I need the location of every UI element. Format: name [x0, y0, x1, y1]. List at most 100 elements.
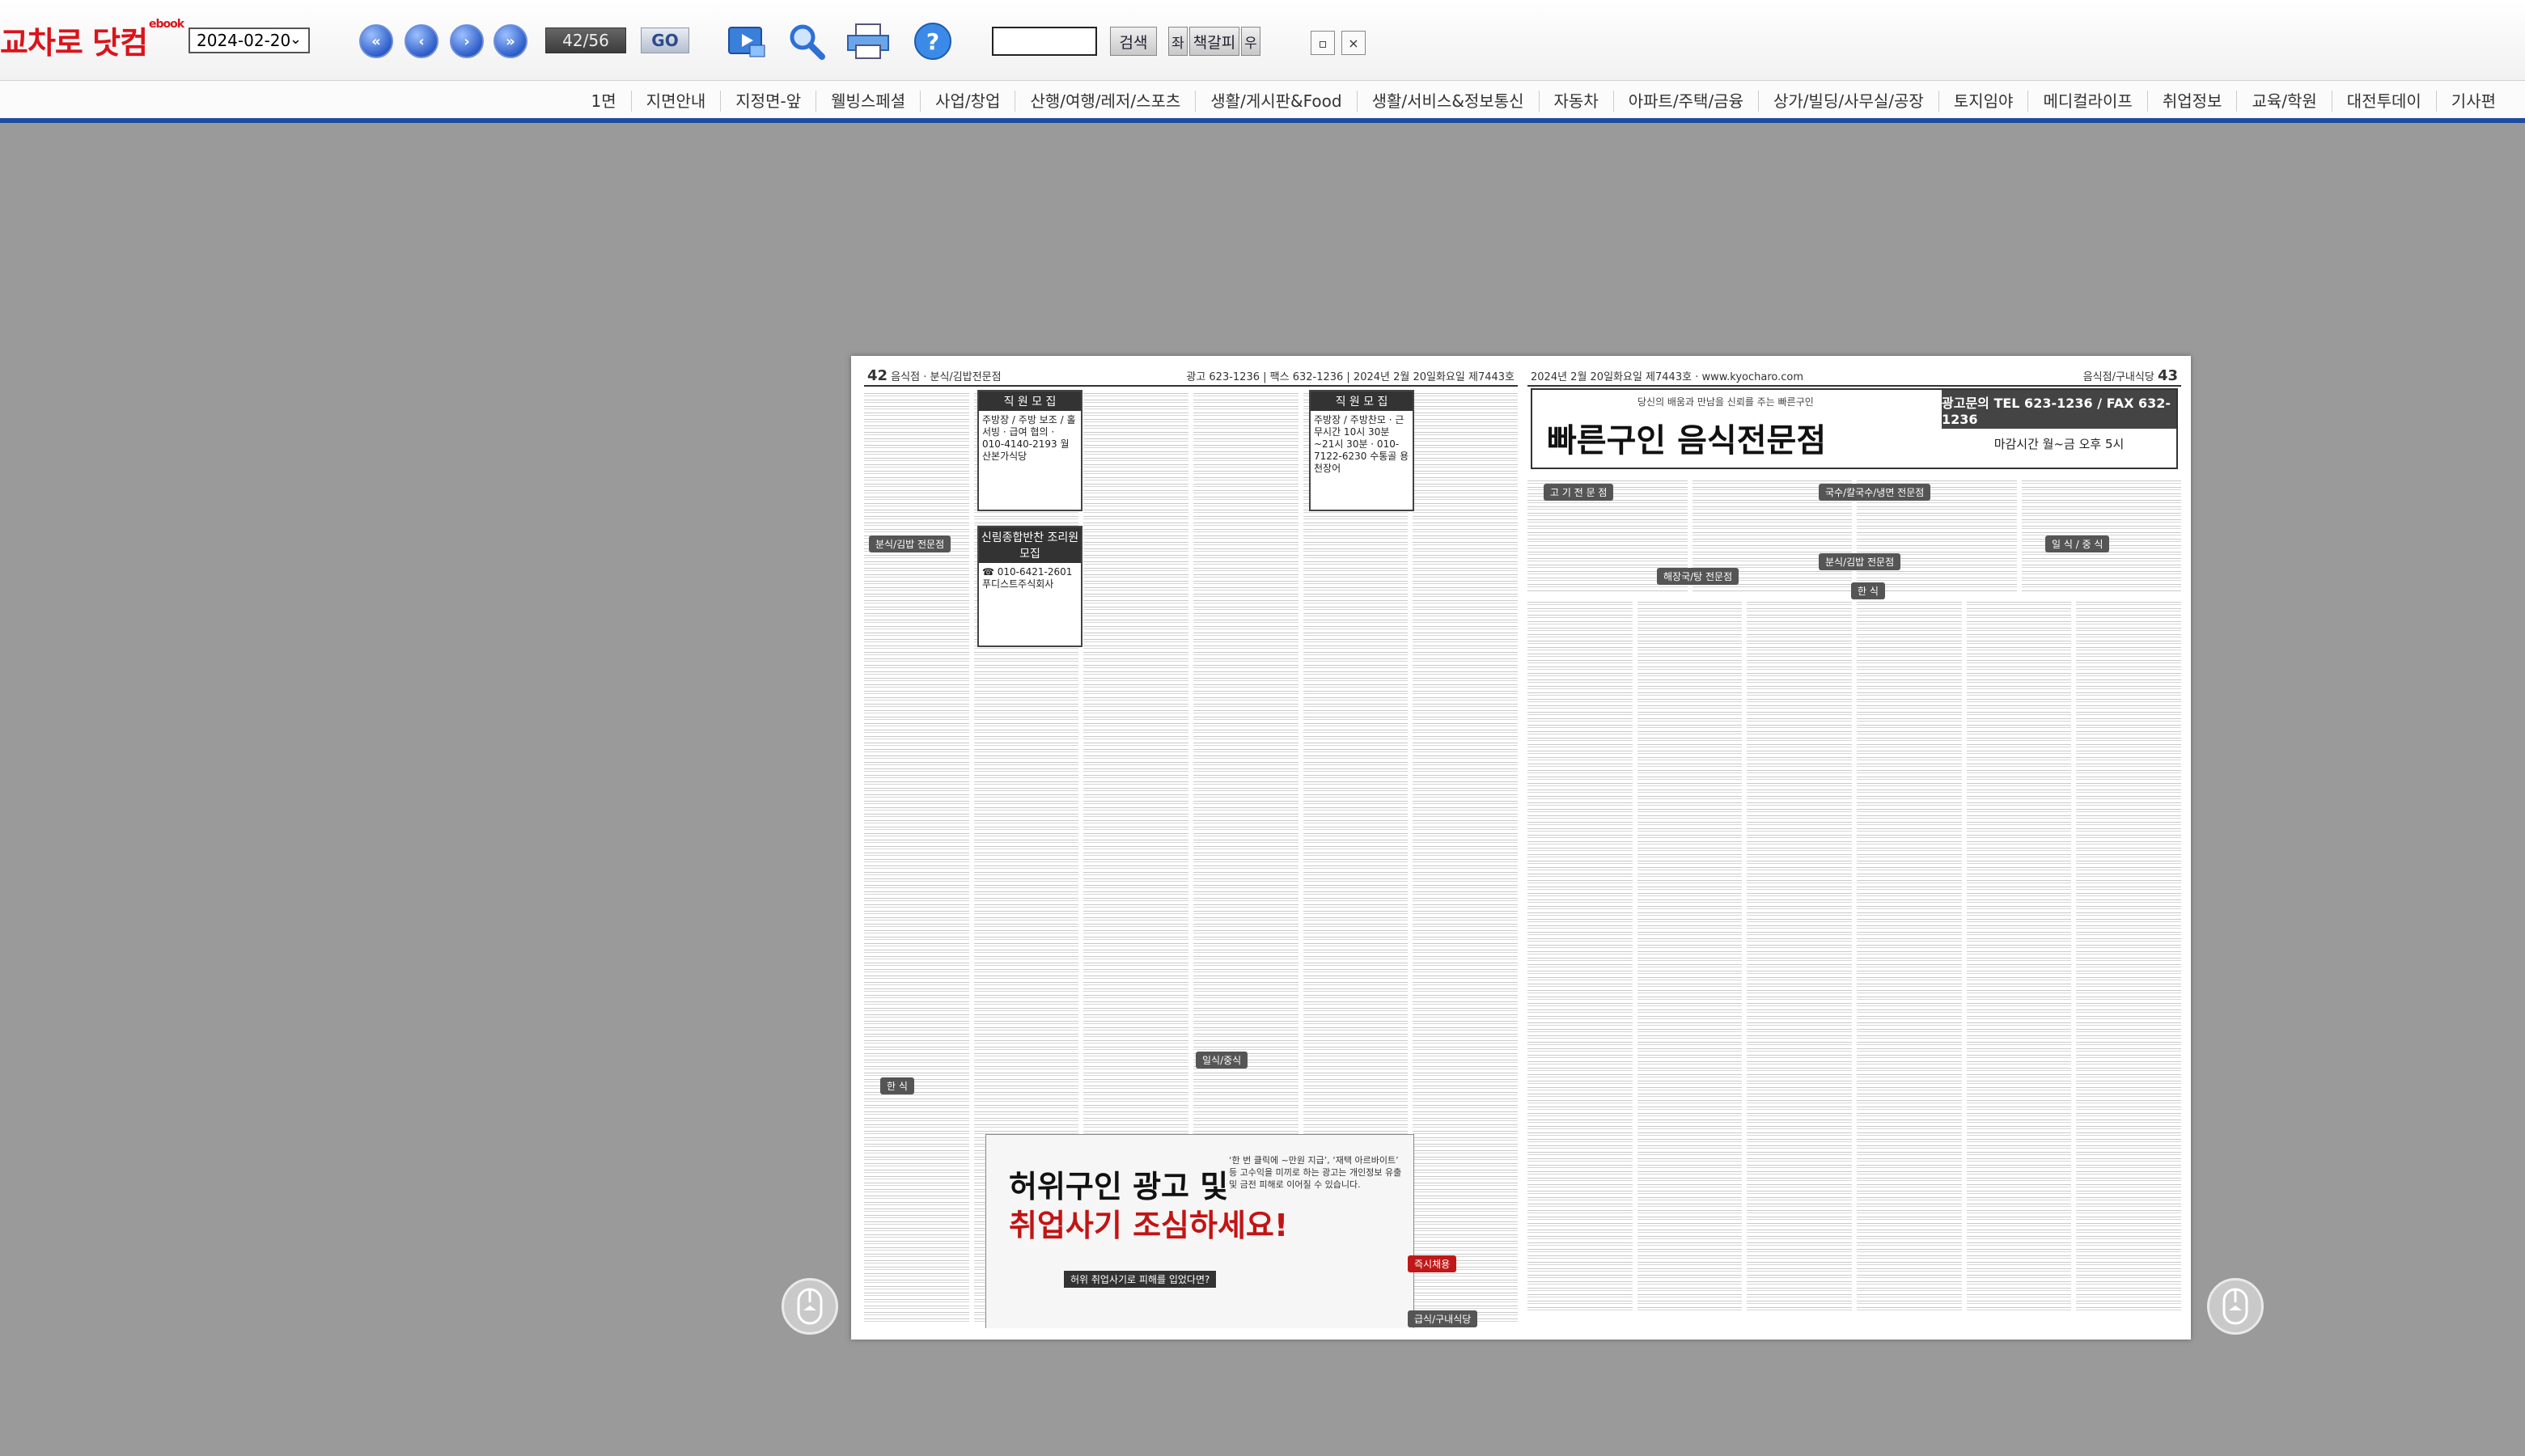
page-left[interactable]: 42 음식점 · 분식/김밥전문점 광고 623-1236 | 팩스 632-1…: [864, 366, 1518, 1328]
menu-item[interactable]: 상가/빌딩/사무실/공장: [1758, 91, 1938, 112]
menu-item[interactable]: 대전투데이: [2331, 91, 2436, 112]
right-page-section: 음식점/구내식당: [2082, 370, 2154, 383]
page-counter[interactable]: 42/56: [545, 28, 626, 53]
left-page-number: 42: [867, 366, 888, 384]
text-column: [1527, 600, 1633, 1312]
banner-contact: 광고문의 TEL 623-1236 / FAX 632-1236: [1942, 390, 2176, 429]
text-column: [1413, 392, 1518, 1322]
menu-item[interactable]: 취업정보: [2146, 91, 2237, 112]
go-button[interactable]: GO: [641, 28, 689, 53]
promo-badge: 허위 취업사기로 피해를 입었다면?: [1064, 1271, 1217, 1288]
banner-subtitle: 당신의 배움과 만남을 신뢰를 주는 빠른구인: [1637, 396, 1814, 408]
section-tag: 급식/구내식당: [1408, 1310, 1478, 1327]
slideshow-button[interactable]: [724, 19, 771, 63]
issue-date-value: 2024-02-20: [197, 31, 291, 50]
page-right[interactable]: 2024년 2월 20일화요일 제7443호 · www.kyocharo.co…: [1527, 366, 2181, 1328]
right-page-header: 2024년 2월 20일화요일 제7443호 · www.kyocharo.co…: [1527, 366, 2181, 387]
menu-item[interactable]: 생활/서비스&정보통신: [1356, 91, 1539, 112]
section-tag: 분식/김밥 전문점: [1819, 553, 1901, 570]
promo-side-text: ‘한 번 클릭에 ~만원 지급’, ‘재택 아르바이트’ 등 고수익을 미끼로 …: [1229, 1155, 1402, 1190]
issue-date-select[interactable]: 2024-02-20 ⌄: [189, 28, 310, 53]
search-input[interactable]: [992, 27, 1097, 56]
menu-item[interactable]: 교육/학원: [2236, 91, 2331, 112]
first-page-button[interactable]: «: [359, 24, 393, 58]
classified-box-ad: 직 원 모 집 주방장 / 주방 보조 / 홀서빙 · 급여 협의 · 010-…: [977, 390, 1082, 511]
section-tag: 한 식: [880, 1077, 914, 1094]
menu-item[interactable]: 웰빙스페셜: [816, 91, 920, 112]
prev-page-button[interactable]: ‹: [405, 24, 438, 58]
viewer-toolbar: 교차로 닷컴ebook 2024-02-20 ⌄ « ‹ › » 42/56 G…: [0, 0, 2525, 81]
print-button[interactable]: [845, 19, 892, 63]
right-page-number: 43: [2157, 366, 2178, 384]
section-menu-list: 1면 지면안내 지정면-앞 웰빙스페셜 사업/창업 산행/여행/레저/스포츠 생활/게시판&…: [577, 91, 2510, 112]
last-page-button[interactable]: »: [494, 24, 527, 58]
left-page-header-info: 광고 623-1236 | 팩스 632-1236 | 2024년 2월 20일…: [1186, 370, 1515, 383]
box-ad-title: 직 원 모 집: [979, 392, 1081, 411]
mouse-icon: [797, 1288, 823, 1325]
double-left-arrow-icon: «: [371, 32, 381, 50]
banner-title: 빠른구인 음식전문점: [1547, 422, 1827, 459]
help-button[interactable]: ?: [909, 19, 956, 63]
section-tag: 일식/중식: [1196, 1052, 1248, 1069]
logo-sub: ebook: [149, 18, 184, 31]
slideshow-icon: [728, 27, 765, 57]
text-column: [1637, 600, 1743, 1312]
section-tag: 한 식: [1851, 582, 1885, 599]
bookmark-next-button[interactable]: 우: [1241, 27, 1260, 56]
menu-item[interactable]: 생활/게시판&Food: [1195, 91, 1356, 112]
restore-icon: ▫: [1318, 35, 1328, 51]
right-page-banner: 당신의 배움과 만남을 신뢰를 주는 빠른구인 빠른구인 음식전문점 광고문의 …: [1531, 388, 2178, 469]
menu-item[interactable]: 메디컬라이프: [2027, 91, 2146, 112]
menu-item[interactable]: 기사편: [2435, 91, 2510, 112]
text-column: [864, 392, 969, 1322]
next-page-side-button[interactable]: [2207, 1278, 2264, 1335]
bookmark-button[interactable]: 책갈피: [1189, 27, 1239, 56]
box-ad-title: 직 원 모 집: [1311, 392, 1413, 411]
section-tag: 일 식 / 중 식: [2045, 535, 2110, 552]
section-tag: 즉시채용: [1408, 1255, 1457, 1272]
right-page-columns: [1527, 600, 2181, 1312]
text-column: [1966, 600, 2072, 1312]
banner-deadline: 마감시간 월~금 오후 5시: [1993, 437, 2125, 451]
scam-warning-ad: 허위구인 광고 및 취업사기 조심하세요! ‘한 번 클릭에 ~만원 지급’, …: [985, 1134, 1414, 1328]
menu-item[interactable]: 토지임야: [1938, 91, 2028, 112]
menu-item[interactable]: 자동차: [1538, 91, 1613, 112]
close-window-button[interactable]: ×: [1341, 31, 1366, 55]
menu-item[interactable]: 사업/창업: [920, 91, 1015, 112]
box-ad-body: ☎ 010-6421-2601 푸디스트주식회사: [982, 566, 1073, 590]
menu-item[interactable]: 지정면-앞: [720, 91, 816, 112]
help-icon: ?: [914, 23, 951, 60]
box-ad-body: 주방장 / 주방 보조 / 홀서빙 · 급여 협의 · 010-4140-219…: [982, 414, 1076, 462]
section-tag: 분식/김밥 전문점: [869, 535, 951, 552]
text-column: [1747, 600, 1853, 1312]
mouse-icon: [2222, 1288, 2248, 1325]
menu-item[interactable]: 지면안내: [630, 91, 721, 112]
newspaper-spread[interactable]: 42 음식점 · 분식/김밥전문점 광고 623-1236 | 팩스 632-1…: [851, 356, 2191, 1340]
chevron-down-icon: ⌄: [289, 31, 302, 48]
prev-page-side-button[interactable]: [782, 1278, 838, 1335]
box-ad-body: 주방장 / 주방찬모 · 근무시간 10시 30분~21시 30분 · 010-…: [1314, 414, 1409, 474]
close-icon: ×: [1348, 35, 1359, 51]
box-ad-title: 신림종합반찬 조리원 모집: [979, 527, 1081, 563]
zoom-button[interactable]: [783, 19, 830, 63]
next-page-button[interactable]: ›: [450, 24, 484, 58]
double-right-arrow-icon: »: [506, 32, 515, 50]
text-column: [2076, 600, 2181, 1312]
search-button[interactable]: 검색: [1110, 27, 1157, 56]
menu-item[interactable]: 아파트/주택/금융: [1612, 91, 1758, 112]
svg-text:?: ?: [926, 28, 939, 55]
right-page-header-info: 2024년 2월 20일화요일 제7443호 · www.kyocharo.co…: [1531, 370, 1804, 383]
menu-item[interactable]: 1면: [577, 91, 631, 112]
classified-box-ad: 신림종합반찬 조리원 모집 ☎ 010-6421-2601 푸디스트주식회사: [977, 526, 1082, 647]
text-column: [1857, 600, 1962, 1312]
magnifier-icon: [790, 24, 825, 60]
left-page-section: 음식점 · 분식/김밥전문점: [891, 370, 1002, 383]
menu-item[interactable]: 산행/여행/레저/스포츠: [1015, 91, 1195, 112]
section-tag: 고 기 전 문 점: [1544, 484, 1614, 501]
site-logo[interactable]: 교차로 닷컴ebook: [0, 18, 184, 62]
left-arrow-icon: ‹: [418, 32, 425, 50]
restore-window-button[interactable]: ▫: [1311, 31, 1335, 55]
bookmark-prev-button[interactable]: 좌: [1168, 27, 1188, 56]
logo-text: 교차로 닷컴: [0, 25, 148, 61]
section-tag: 국수/칼국수/냉면 전문점: [1819, 484, 1931, 501]
